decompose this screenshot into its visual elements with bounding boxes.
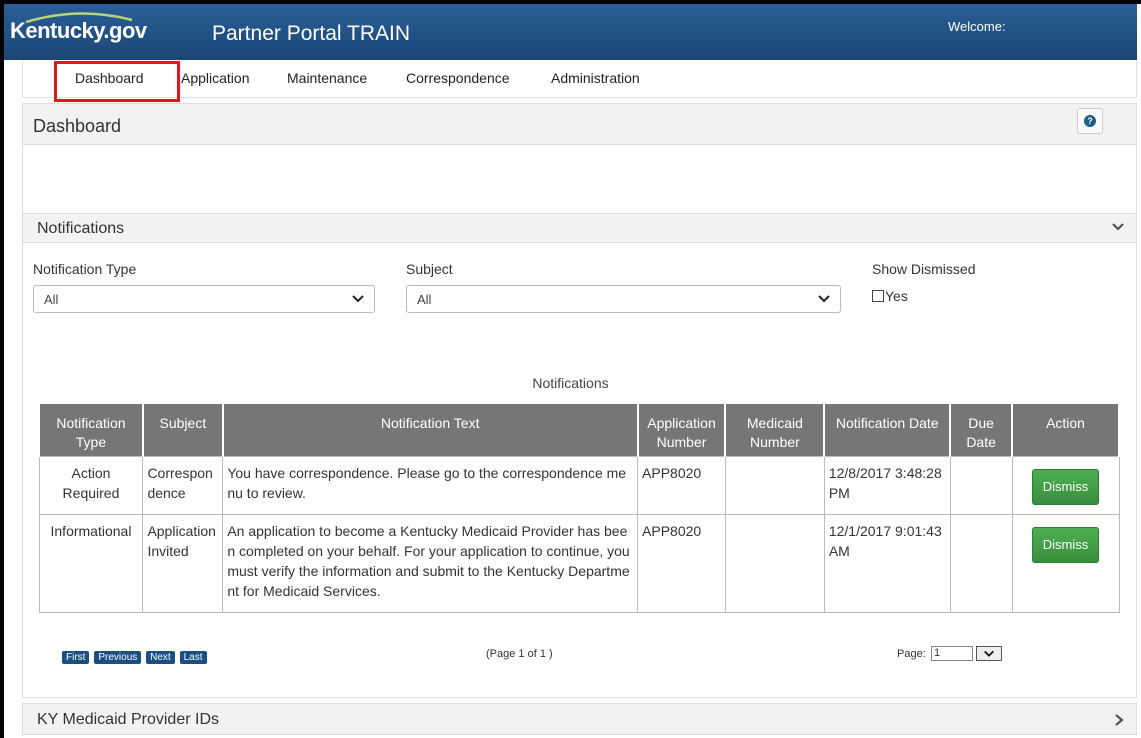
cell-app-number: APP8020 — [637, 514, 726, 613]
column-header-action: Action — [1011, 402, 1120, 457]
chevron-right-icon[interactable] — [1112, 712, 1126, 728]
cell-subject: Application Invited — [142, 514, 224, 613]
table-caption: Notifications — [532, 375, 609, 391]
help-icon: ? — [1084, 115, 1096, 127]
notifications-table: Notification Type Subject Notification T… — [38, 402, 1120, 613]
pager-controls: First Previous Next Last — [62, 647, 208, 664]
dismiss-button[interactable]: Dismiss — [1031, 527, 1100, 563]
show-dismissed-option-label: Yes — [885, 288, 908, 304]
next-page-button[interactable]: Next — [146, 651, 175, 664]
cell-medicaid-number — [724, 514, 825, 613]
nav-administration[interactable]: Administration — [551, 70, 640, 86]
cell-type: Action Required — [38, 456, 144, 515]
column-header-text[interactable]: Notification Text — [221, 402, 639, 457]
nav-maintenance[interactable]: Maintenance — [287, 70, 367, 86]
cell-text: An application to become a Kentucky Medi… — [222, 514, 639, 613]
cell-action: Dismiss — [1011, 514, 1120, 613]
show-dismissed-label: Show Dismissed — [872, 261, 976, 277]
column-header-subject[interactable]: Subject — [141, 402, 224, 457]
subject-select[interactable]: All — [406, 285, 841, 313]
kentucky-gov-logo[interactable]: Kentucky.gov — [10, 18, 147, 44]
nav-application[interactable]: Application — [181, 70, 250, 86]
subject-label: Subject — [406, 261, 453, 277]
cell-app-number: APP8020 — [637, 456, 726, 515]
show-dismissed-checkbox[interactable] — [872, 290, 884, 302]
table-row: Informational Application Invited An app… — [38, 514, 1120, 613]
cell-medicaid-number — [724, 456, 825, 515]
column-header-type[interactable]: Notification Type — [38, 402, 144, 457]
cell-type: Informational — [38, 514, 144, 613]
chevron-down-icon — [818, 295, 830, 303]
notification-type-select[interactable]: All — [33, 285, 375, 313]
first-page-button[interactable]: First — [62, 651, 90, 664]
dismiss-button[interactable]: Dismiss — [1031, 469, 1100, 505]
chevron-down-icon[interactable] — [1110, 219, 1126, 235]
cell-due-date — [949, 456, 1013, 515]
notification-type-label: Notification Type — [33, 261, 137, 277]
ky-medicaid-title: KY Medicaid Provider IDs — [37, 711, 219, 728]
table-row: Action Required Correspondence You have … — [38, 456, 1120, 515]
cell-date: 12/8/2017 3:48:28 PM — [823, 456, 951, 515]
page-select-label: Page: — [897, 648, 926, 660]
notifications-title: Notifications — [37, 220, 125, 237]
page-indicator: (Page 1 of 1 ) — [486, 648, 553, 660]
column-header-due-date[interactable]: Due Date — [949, 402, 1014, 457]
column-header-app-number[interactable]: Application Number — [636, 402, 727, 457]
nav-correspondence[interactable]: Correspondence — [406, 70, 510, 86]
last-page-button[interactable]: Last — [179, 651, 207, 664]
cell-text: You have correspondence. Please go to th… — [222, 456, 639, 515]
subject-value: All — [417, 292, 432, 307]
page-dropdown-icon[interactable] — [976, 646, 1002, 661]
column-header-date[interactable]: Notification Date — [823, 402, 952, 457]
cell-action: Dismiss — [1011, 456, 1120, 515]
page-number-input[interactable]: 1 — [931, 646, 973, 661]
cell-due-date — [949, 514, 1013, 613]
main-nav: Dashboard Application Maintenance Corres… — [22, 60, 1137, 102]
site-header: Kentucky.gov Partner Portal TRAIN Welcom… — [4, 4, 1137, 60]
ky-medicaid-panel-header[interactable]: KY Medicaid Provider IDs — [22, 703, 1137, 735]
portal-title: Partner Portal TRAIN — [212, 22, 411, 45]
previous-page-button[interactable]: Previous — [94, 651, 142, 664]
cell-date: 12/1/2017 9:01:43 AM — [823, 514, 951, 613]
help-button[interactable]: ? — [1077, 108, 1103, 134]
dashboard-panel-body — [22, 145, 1137, 213]
welcome-text: Welcome: — [948, 19, 1006, 34]
notifications-panel-header[interactable]: Notifications — [22, 213, 1137, 243]
dashboard-panel-header: Dashboard ? — [22, 103, 1137, 145]
nav-dashboard[interactable]: Dashboard — [75, 70, 144, 86]
chevron-down-icon — [352, 295, 364, 303]
table-header-row: Notification Type Subject Notification T… — [38, 402, 1120, 457]
notification-type-value: All — [44, 292, 59, 307]
cell-subject: Correspondence — [142, 456, 224, 515]
column-header-medicaid-number[interactable]: Medicaid Number — [724, 402, 826, 457]
page-title: Dashboard — [33, 116, 122, 136]
